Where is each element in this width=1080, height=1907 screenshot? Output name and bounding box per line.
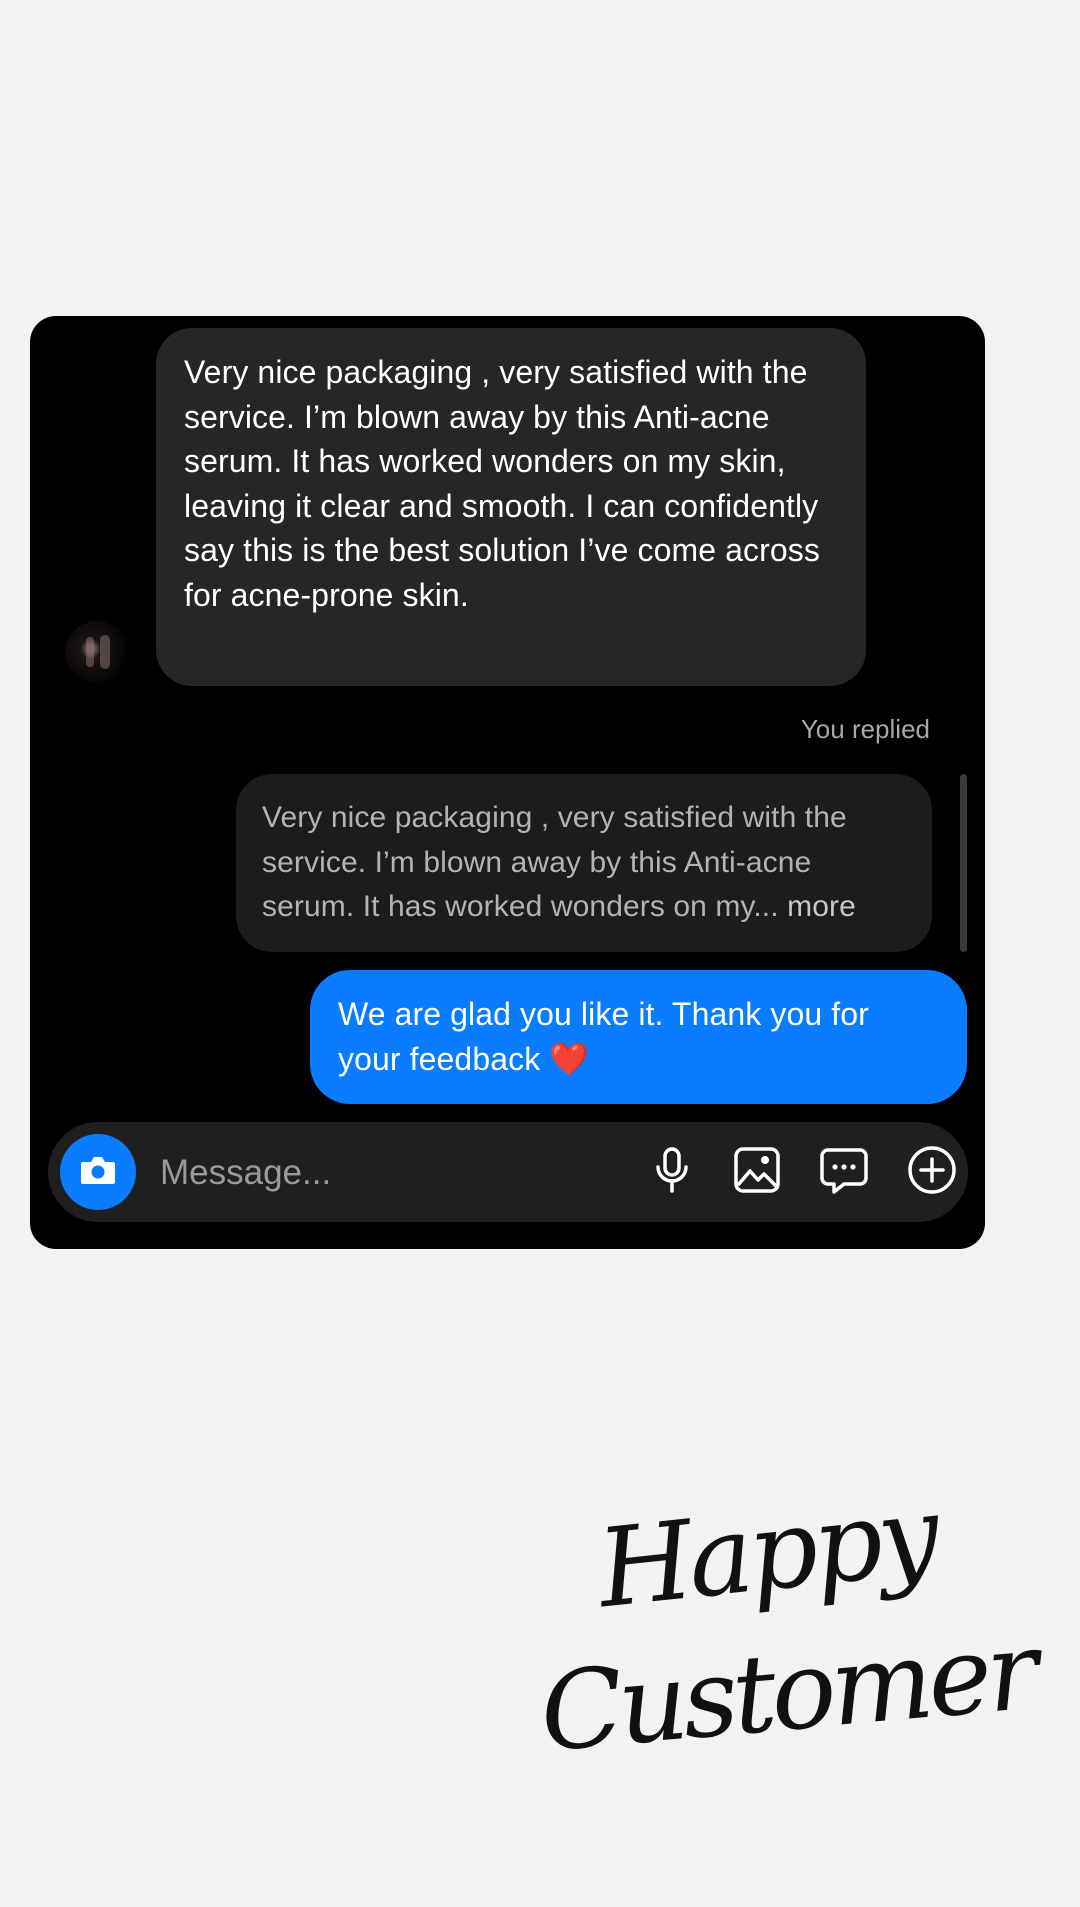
outgoing-message-text: We are glad you like it. Thank you for y… <box>338 996 869 1077</box>
sticker-chat-icon <box>818 1145 870 1200</box>
microphone-icon <box>650 1145 694 1200</box>
you-replied-label: You replied <box>800 714 930 744</box>
caption-line-1: Happy <box>592 1472 942 1633</box>
incoming-message-bubble[interactable]: Very nice packaging , very satisfied wit… <box>156 328 866 686</box>
plus-icon <box>906 1144 958 1201</box>
camera-icon <box>76 1148 120 1197</box>
microphone-button[interactable] <box>647 1145 697 1200</box>
add-button[interactable] <box>907 1145 957 1197</box>
happy-customer-caption: Happy Customer <box>535 1473 1038 1790</box>
outgoing-message-bubble[interactable]: We are glad you like it. Thank you for y… <box>310 970 967 1104</box>
caption-line-2: Customer <box>535 1608 1039 1777</box>
chat-card: Very nice packaging , very satisfied wit… <box>30 316 985 1249</box>
quoted-message-bubble[interactable]: Very nice packaging , very satisfied wit… <box>236 774 932 952</box>
sticker-chat-button[interactable] <box>819 1147 869 1197</box>
camera-button[interactable] <box>60 1134 136 1210</box>
gallery-button[interactable] <box>732 1145 782 1200</box>
sender-avatar[interactable] <box>66 621 128 683</box>
message-composer <box>48 1122 968 1222</box>
scrollbar[interactable] <box>960 774 967 952</box>
message-input[interactable] <box>158 1148 602 1198</box>
gallery-icon <box>732 1145 782 1200</box>
more-link[interactable]: more <box>787 890 856 923</box>
quoted-message-text: Very nice packaging , very satisfied wit… <box>262 801 847 923</box>
heart-emoji: ❤️ <box>549 1040 590 1077</box>
incoming-message-text: Very nice packaging , very satisfied wit… <box>184 354 820 613</box>
